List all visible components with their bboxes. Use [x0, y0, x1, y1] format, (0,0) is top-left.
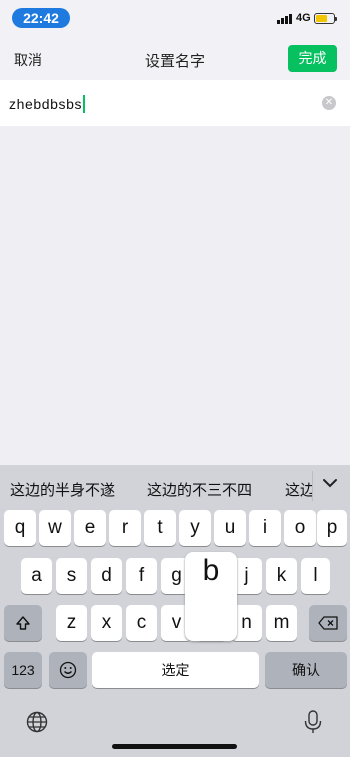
key-s[interactable]: s [56, 558, 87, 594]
name-input-text: zhebdbsbs [9, 96, 83, 112]
clear-icon[interactable]: ✕ [322, 96, 336, 110]
number-mode-key[interactable]: 123 [4, 652, 42, 688]
space-key[interactable]: 选定 [92, 652, 259, 688]
emoji-key[interactable] [49, 652, 87, 688]
done-button[interactable]: 完成 [288, 45, 337, 72]
key-p[interactable]: p [317, 510, 347, 546]
key-b-popup: b [185, 552, 237, 641]
key-o[interactable]: o [284, 510, 316, 546]
battery-icon [314, 13, 337, 24]
key-w[interactable]: w [39, 510, 71, 546]
confirm-key[interactable]: 确认 [265, 652, 347, 688]
key-y[interactable]: y [179, 510, 211, 546]
battery-level [316, 15, 327, 22]
globe-icon[interactable] [26, 711, 48, 738]
key-f[interactable]: f [126, 558, 157, 594]
key-m[interactable]: m [266, 605, 297, 641]
candidate-2[interactable]: 这边的不三不四 [147, 479, 252, 500]
name-input-value: zhebdbsbs [9, 95, 86, 113]
candidate-3[interactable]: 这边 [285, 479, 312, 500]
key-a[interactable]: a [21, 558, 52, 594]
key-d[interactable]: d [91, 558, 122, 594]
key-r[interactable]: r [109, 510, 141, 546]
key-l[interactable]: l [301, 558, 330, 594]
name-field[interactable]: zhebdbsbs [0, 80, 350, 126]
key-x[interactable]: x [91, 605, 122, 641]
microphone-icon[interactable] [303, 710, 323, 739]
key-t[interactable]: t [144, 510, 176, 546]
key-e[interactable]: e [74, 510, 106, 546]
shift-icon [16, 616, 30, 630]
status-time: 22:42 [12, 8, 70, 28]
shift-key[interactable] [4, 605, 42, 641]
candidate-bar: 这边的半身不遂 这边的不三不四 这边 [0, 465, 350, 509]
key-i[interactable]: i [249, 510, 281, 546]
network-type: 4G [296, 12, 311, 24]
key-popup-letter: b [202, 554, 220, 587]
emoji-icon [59, 661, 77, 679]
key-c[interactable]: c [126, 605, 157, 641]
key-z[interactable]: z [56, 605, 87, 641]
signal-icon [277, 14, 292, 24]
home-indicator[interactable] [112, 744, 237, 749]
nav-bar: 取消 设置名字 完成 [0, 36, 350, 80]
delete-key[interactable] [309, 605, 347, 641]
candidate-1[interactable]: 这边的半身不遂 [10, 479, 115, 500]
candidate-divider [312, 471, 313, 501]
key-k[interactable]: k [266, 558, 297, 594]
status-bar: 22:42 4G [0, 0, 350, 36]
key-q[interactable]: q [4, 510, 36, 546]
text-caret [83, 95, 86, 113]
chevron-down-icon[interactable] [322, 475, 338, 493]
key-u[interactable]: u [214, 510, 246, 546]
backspace-icon [318, 616, 338, 630]
